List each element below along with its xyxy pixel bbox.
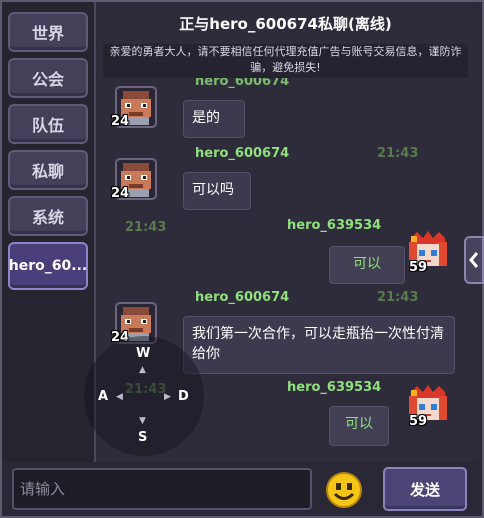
tab-guild[interactable]: 公会: [8, 58, 88, 98]
chat-title: 正与hero_600674私聊(离线): [179, 14, 392, 33]
message-bubble-mine: 可以: [329, 406, 389, 446]
dpad-key-right[interactable]: D: [178, 389, 189, 404]
dpad-key-left[interactable]: A: [98, 389, 108, 404]
sender-name[interactable]: hero_600674: [195, 146, 289, 161]
anti-fraud-notice: 亲爱的勇者大人，请不要相信任何代理充值广告与账号交易信息，谨防诈骗，避免损失!: [103, 44, 468, 78]
sender-name[interactable]: hero_639534: [287, 380, 381, 395]
movement-dpad[interactable]: W ▲ A ◀ D ▶ ▼ S: [84, 336, 204, 456]
arrow-left-icon: ◀: [116, 392, 123, 402]
tab-team[interactable]: 队伍: [8, 104, 88, 144]
message-bubble: 我们第一次合作，可以走瓶抬一次性付清给你: [183, 316, 455, 374]
arrow-down-icon: ▼: [139, 416, 146, 426]
tab-system[interactable]: 系统: [8, 196, 88, 236]
level-badge: 59: [409, 414, 428, 429]
avatar-hero-600674[interactable]: 24: [111, 86, 157, 129]
arrow-right-icon: ▶: [164, 392, 171, 402]
emoji-button[interactable]: [325, 471, 363, 509]
expand-panel-button[interactable]: [464, 236, 484, 284]
dpad-key-up[interactable]: W: [136, 346, 150, 361]
channel-sidebar: 世界 公会 队伍 私聊 系统 hero_60...: [2, 2, 96, 462]
avatar-hero-639534[interactable]: 59: [407, 230, 449, 275]
chevron-left-icon: [469, 252, 479, 268]
tab-private[interactable]: 私聊: [8, 150, 88, 190]
level-badge: 24: [111, 186, 130, 201]
send-button[interactable]: 发送: [383, 467, 467, 511]
arrow-up-icon: ▲: [139, 365, 146, 375]
avatar-hero-600674[interactable]: 24: [111, 158, 157, 201]
message-time: 21:43: [377, 290, 419, 305]
message-bubble: 是的: [183, 100, 245, 138]
dpad-key-down[interactable]: S: [138, 430, 147, 445]
message-bubble: 可以吗: [183, 172, 251, 210]
sender-name[interactable]: hero_639534: [287, 218, 381, 233]
tab-world[interactable]: 世界: [8, 12, 88, 52]
tab-hero-600674[interactable]: hero_60...: [8, 242, 88, 290]
level-badge: 59: [409, 260, 428, 275]
message-time: 21:43: [377, 146, 419, 161]
message-bubble-mine: 可以: [329, 246, 405, 284]
smiley-icon: [326, 472, 362, 508]
level-badge: 24: [111, 114, 130, 129]
avatar-hero-639534[interactable]: 59: [407, 384, 449, 429]
chat-input[interactable]: [12, 468, 312, 510]
sender-name[interactable]: hero_600674: [195, 290, 289, 305]
message-time: 21:43: [125, 220, 167, 235]
